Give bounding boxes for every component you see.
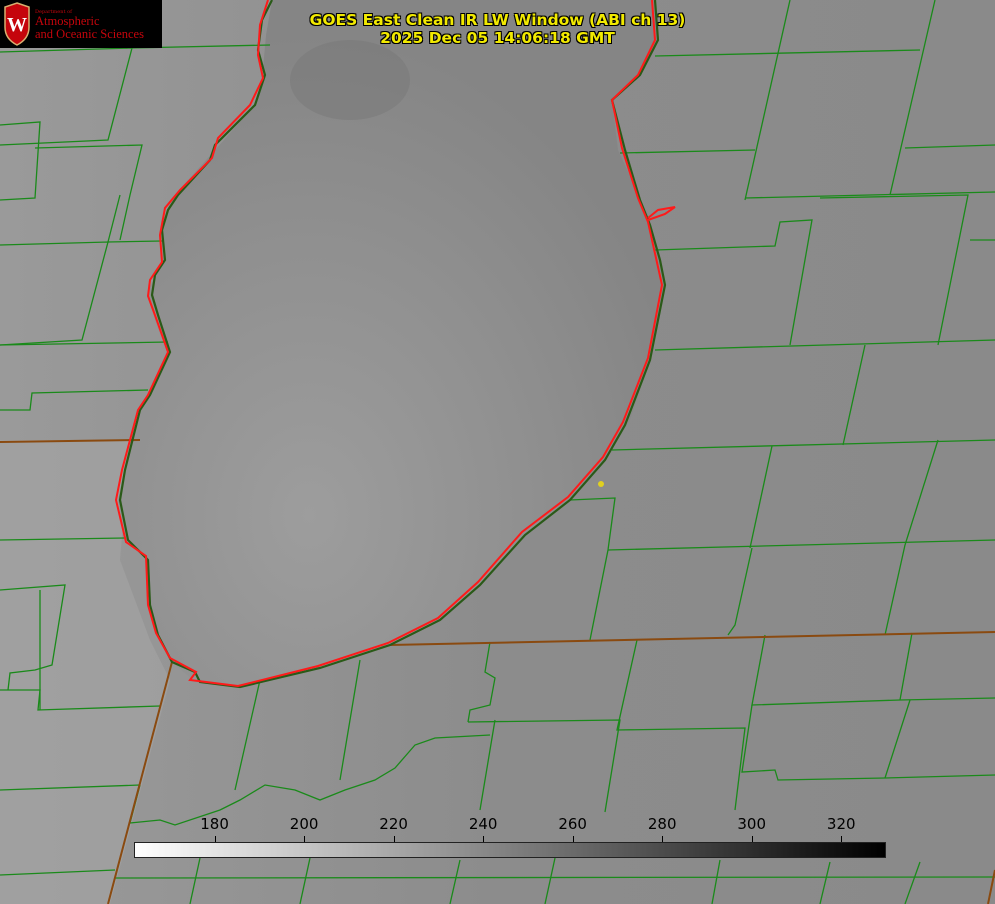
colorbar-tick-mark xyxy=(572,836,574,842)
colorbar-tick-label: 260 xyxy=(558,815,587,833)
image-title: GOES East Clean IR LW Window (ABI ch 13) xyxy=(309,11,686,29)
colorbar-tick-label: 180 xyxy=(200,815,229,833)
colorbar-tick-mark xyxy=(483,836,485,842)
colorbar-tick-label: 300 xyxy=(737,815,767,833)
colorbar-tick-mark xyxy=(841,836,843,842)
image-timestamp: 2025 Dec 05 14:06:18 GMT xyxy=(380,29,615,47)
city-marker xyxy=(598,481,604,487)
colorbar-tick-label: 200 xyxy=(289,815,319,833)
satellite-ir-image xyxy=(0,0,995,904)
colorbar-tick-mark xyxy=(304,836,306,842)
colorbar-tick-mark xyxy=(393,836,395,842)
colorbar-tick-label: 240 xyxy=(468,815,498,833)
colorbar-tick-label: 280 xyxy=(647,815,677,833)
colorbar-tick-label: 220 xyxy=(379,815,408,833)
colorbar-tick-mark xyxy=(662,836,664,842)
colorbar xyxy=(134,842,886,858)
colorbar-tick-label: 320 xyxy=(826,815,856,833)
colorbar-tick-mark xyxy=(751,836,753,842)
colorbar-tick-mark xyxy=(214,836,216,842)
